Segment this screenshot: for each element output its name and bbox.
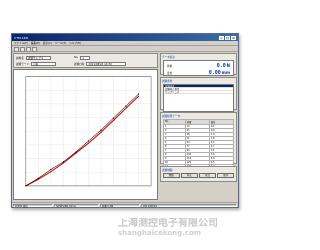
chart-svg (25, 76, 152, 187)
result-group: 試験結果データ No. 荷重 変位 1 12 0.4 2 25 0.9 3 38 1.3 4 51 1… (160, 112, 237, 173)
mode-label: 試験モード (16, 63, 29, 66)
date-field[interactable]: 2011/08/24 10:30 (86, 62, 127, 66)
data-point (50, 171, 52, 173)
new-icon[interactable] (14, 46, 19, 52)
close-icon[interactable]: × (231, 35, 236, 40)
watermark-line2: shanghaicekong.com (118, 229, 202, 237)
readout-title: データ表示 (162, 55, 175, 59)
sample-label: 試料名 (16, 57, 24, 60)
start-button[interactable]: 開始 (163, 173, 180, 178)
window-title: UTM-1KN (14, 35, 28, 40)
list-item[interactable]: サンプリング (164, 91, 233, 94)
test-info-panel: 試料名 試験サンプル No. 1 試験モード 引張 試験日時 2011/08/2… (13, 53, 158, 68)
app-window: UTM-1KN _ □ × ファイル(F) 編集(E) 表示(V) ツール(T)… (11, 33, 239, 208)
data-point (100, 129, 102, 131)
menu-help[interactable]: ヘルプ(H) (69, 41, 81, 45)
data-point (75, 151, 77, 153)
disp-label: 変位 (167, 72, 173, 75)
origin-button[interactable]: 原点 (199, 173, 216, 178)
disp-value: 0.00 (208, 70, 221, 76)
disp-unit: mm (221, 70, 230, 75)
data-point (87, 140, 90, 142)
force-displacement-chart (13, 69, 158, 200)
force-unit: N (226, 63, 230, 68)
result-title: 試験結果データ (162, 114, 181, 118)
data-point (125, 107, 127, 109)
stop-button[interactable]: 停止 (181, 173, 198, 178)
menu-edit[interactable]: 編集(E) (31, 41, 40, 45)
date-label: 試験日時 (74, 63, 85, 66)
data-point (112, 119, 115, 121)
status-connection: COM1 接続 (13, 203, 53, 208)
no-field[interactable]: 1 (80, 56, 91, 60)
data-point (137, 93, 140, 95)
data-point (62, 161, 65, 163)
print-icon[interactable] (32, 46, 37, 52)
readout-group: データ表示 荷重 0.0 N 変位 0.00 mm (160, 53, 237, 76)
data-point (50, 168, 52, 171)
watermark-line1: 上海测控电子有限公司 (118, 218, 218, 229)
status-sampling: SAMPLING 10ms (54, 203, 99, 208)
data-point (37, 177, 39, 179)
data-point (100, 131, 102, 133)
condition-group: 試験条件 試験速度 試験停止条件 サンプリング (160, 77, 237, 112)
no-label: No. (74, 56, 79, 60)
condition-list[interactable]: 試験速度 試験停止条件 サンプリング (163, 84, 234, 112)
series-line-0 (25, 95, 139, 187)
sample-field[interactable]: 試験サンプル (25, 56, 51, 60)
open-icon[interactable] (20, 46, 25, 52)
data-point (137, 95, 140, 97)
status-force: 荷重 0.0N (100, 203, 140, 208)
control-group: 試験制御 開始 停止 原点 保存 (160, 166, 237, 182)
force-value: 0.0 (216, 63, 226, 69)
save-button[interactable]: 保存 (217, 173, 234, 178)
status-date: 2011/08/24 (141, 203, 237, 208)
mode-field[interactable]: 引張 (30, 62, 56, 66)
condition-title: 試験条件 (162, 79, 173, 83)
title-bar: UTM-1KN _ □ × (12, 34, 238, 41)
result-table: No. 荷重 変位 1 12 0.4 2 25 0.9 3 38 1.3 4 51 1.8 5 64 2.2… (163, 118, 235, 173)
watermark: 上海测控电子有限公司 shanghaicekong.com (118, 218, 248, 240)
data-point (125, 105, 127, 107)
maximize-icon[interactable]: □ (225, 35, 230, 40)
menu-tools[interactable]: ツール(T) (55, 41, 66, 45)
data-point (112, 117, 115, 119)
force-label: 荷重 (167, 65, 173, 68)
readout-display: 荷重 0.0 N 変位 0.00 mm (163, 60, 234, 76)
data-point (87, 142, 90, 144)
menu-file[interactable]: ファイル(F) (14, 41, 28, 45)
data-point (25, 185, 27, 187)
save-icon[interactable] (26, 46, 31, 52)
status-bar: COM1 接続 SAMPLING 10ms 荷重 0.0N 2011/08/24 (12, 202, 238, 208)
minimize-icon[interactable]: _ (219, 35, 224, 40)
menu-view[interactable]: 表示(V) (43, 41, 52, 45)
